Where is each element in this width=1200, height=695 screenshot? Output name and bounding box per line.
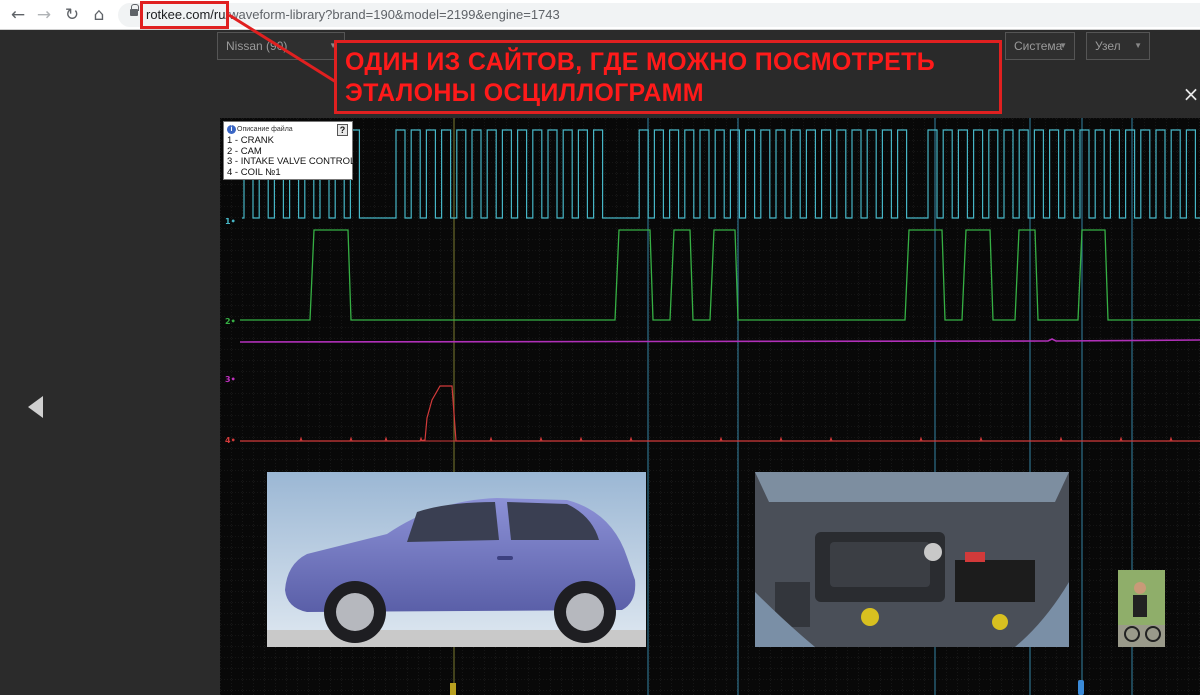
legend-item: 3 - INTAKE VALVE CONTROL — [227, 156, 356, 167]
system-filter-value: Система — [1014, 39, 1063, 53]
forward-icon[interactable]: → — [32, 3, 56, 27]
cursor-handle[interactable] — [1078, 680, 1084, 695]
home-icon[interactable]: ⌂ — [87, 3, 111, 27]
reload-icon[interactable]: ↻ — [60, 3, 84, 27]
channel-3-marker: 3• — [225, 375, 236, 384]
annotation-line-2: ЭТАЛОНЫ ОСЦИЛЛОГРАММ — [345, 79, 704, 107]
car-photo[interactable] — [267, 472, 646, 647]
person-thumbnail[interactable] — [1118, 570, 1165, 647]
triangle-left-icon[interactable] — [28, 396, 43, 418]
engine-bay-photo[interactable] — [755, 472, 1069, 647]
lock-icon — [130, 4, 139, 16]
engine-illustration — [755, 472, 1069, 647]
car-illustration — [267, 472, 646, 647]
chevron-down-icon: ▼ — [1134, 41, 1142, 50]
file-description-panel: i Описание файла ? 1 - CRANK 2 - CAM 3 -… — [223, 121, 356, 180]
channel-1-marker: 1• — [225, 217, 236, 226]
address-bar[interactable]: rotkee.com/ru/waveform-library?brand=190… — [118, 3, 1200, 27]
system-filter[interactable]: Система ▼ — [1005, 32, 1075, 60]
url-path: waveform-library?brand=190&model=2199&en… — [229, 7, 560, 22]
trigger-marker[interactable] — [450, 683, 456, 695]
unit-filter[interactable]: Узел ▼ — [1086, 32, 1150, 60]
channel-4-marker: 4• — [225, 436, 236, 445]
annotation-text: ОДИН ИЗ САЙТОВ, ГДЕ МОЖНО ПОСМОТРЕТЬ ЭТА… — [345, 47, 935, 109]
url-highlight-box — [140, 1, 229, 29]
file-description-title: Описание файла — [237, 126, 293, 133]
legend-item: 1 - CRANK — [227, 135, 274, 146]
help-button[interactable]: ? — [337, 124, 348, 136]
unit-filter-value: Узел — [1095, 39, 1121, 53]
legend-item: 4 - COIL №1 — [227, 166, 281, 178]
annotation-callout: ОДИН ИЗ САЙТОВ, ГДЕ МОЖНО ПОСМОТРЕТЬ ЭТА… — [334, 40, 1002, 114]
brand-filter-value: Nissan (90) — [226, 39, 288, 53]
person-illustration — [1118, 570, 1165, 647]
brand-filter[interactable]: Nissan (90)▼ — [217, 32, 345, 60]
chevron-down-icon: ▼ — [1059, 41, 1067, 50]
back-icon[interactable]: ← — [6, 3, 30, 27]
annotation-line-1: ОДИН ИЗ САЙТОВ, ГДЕ МОЖНО ПОСМОТРЕТЬ — [345, 48, 935, 76]
channel-2-marker: 2• — [225, 317, 236, 326]
info-icon: i — [227, 125, 236, 134]
close-button[interactable]: × — [1182, 84, 1200, 104]
file-description-header: i Описание файла ? — [227, 124, 349, 136]
